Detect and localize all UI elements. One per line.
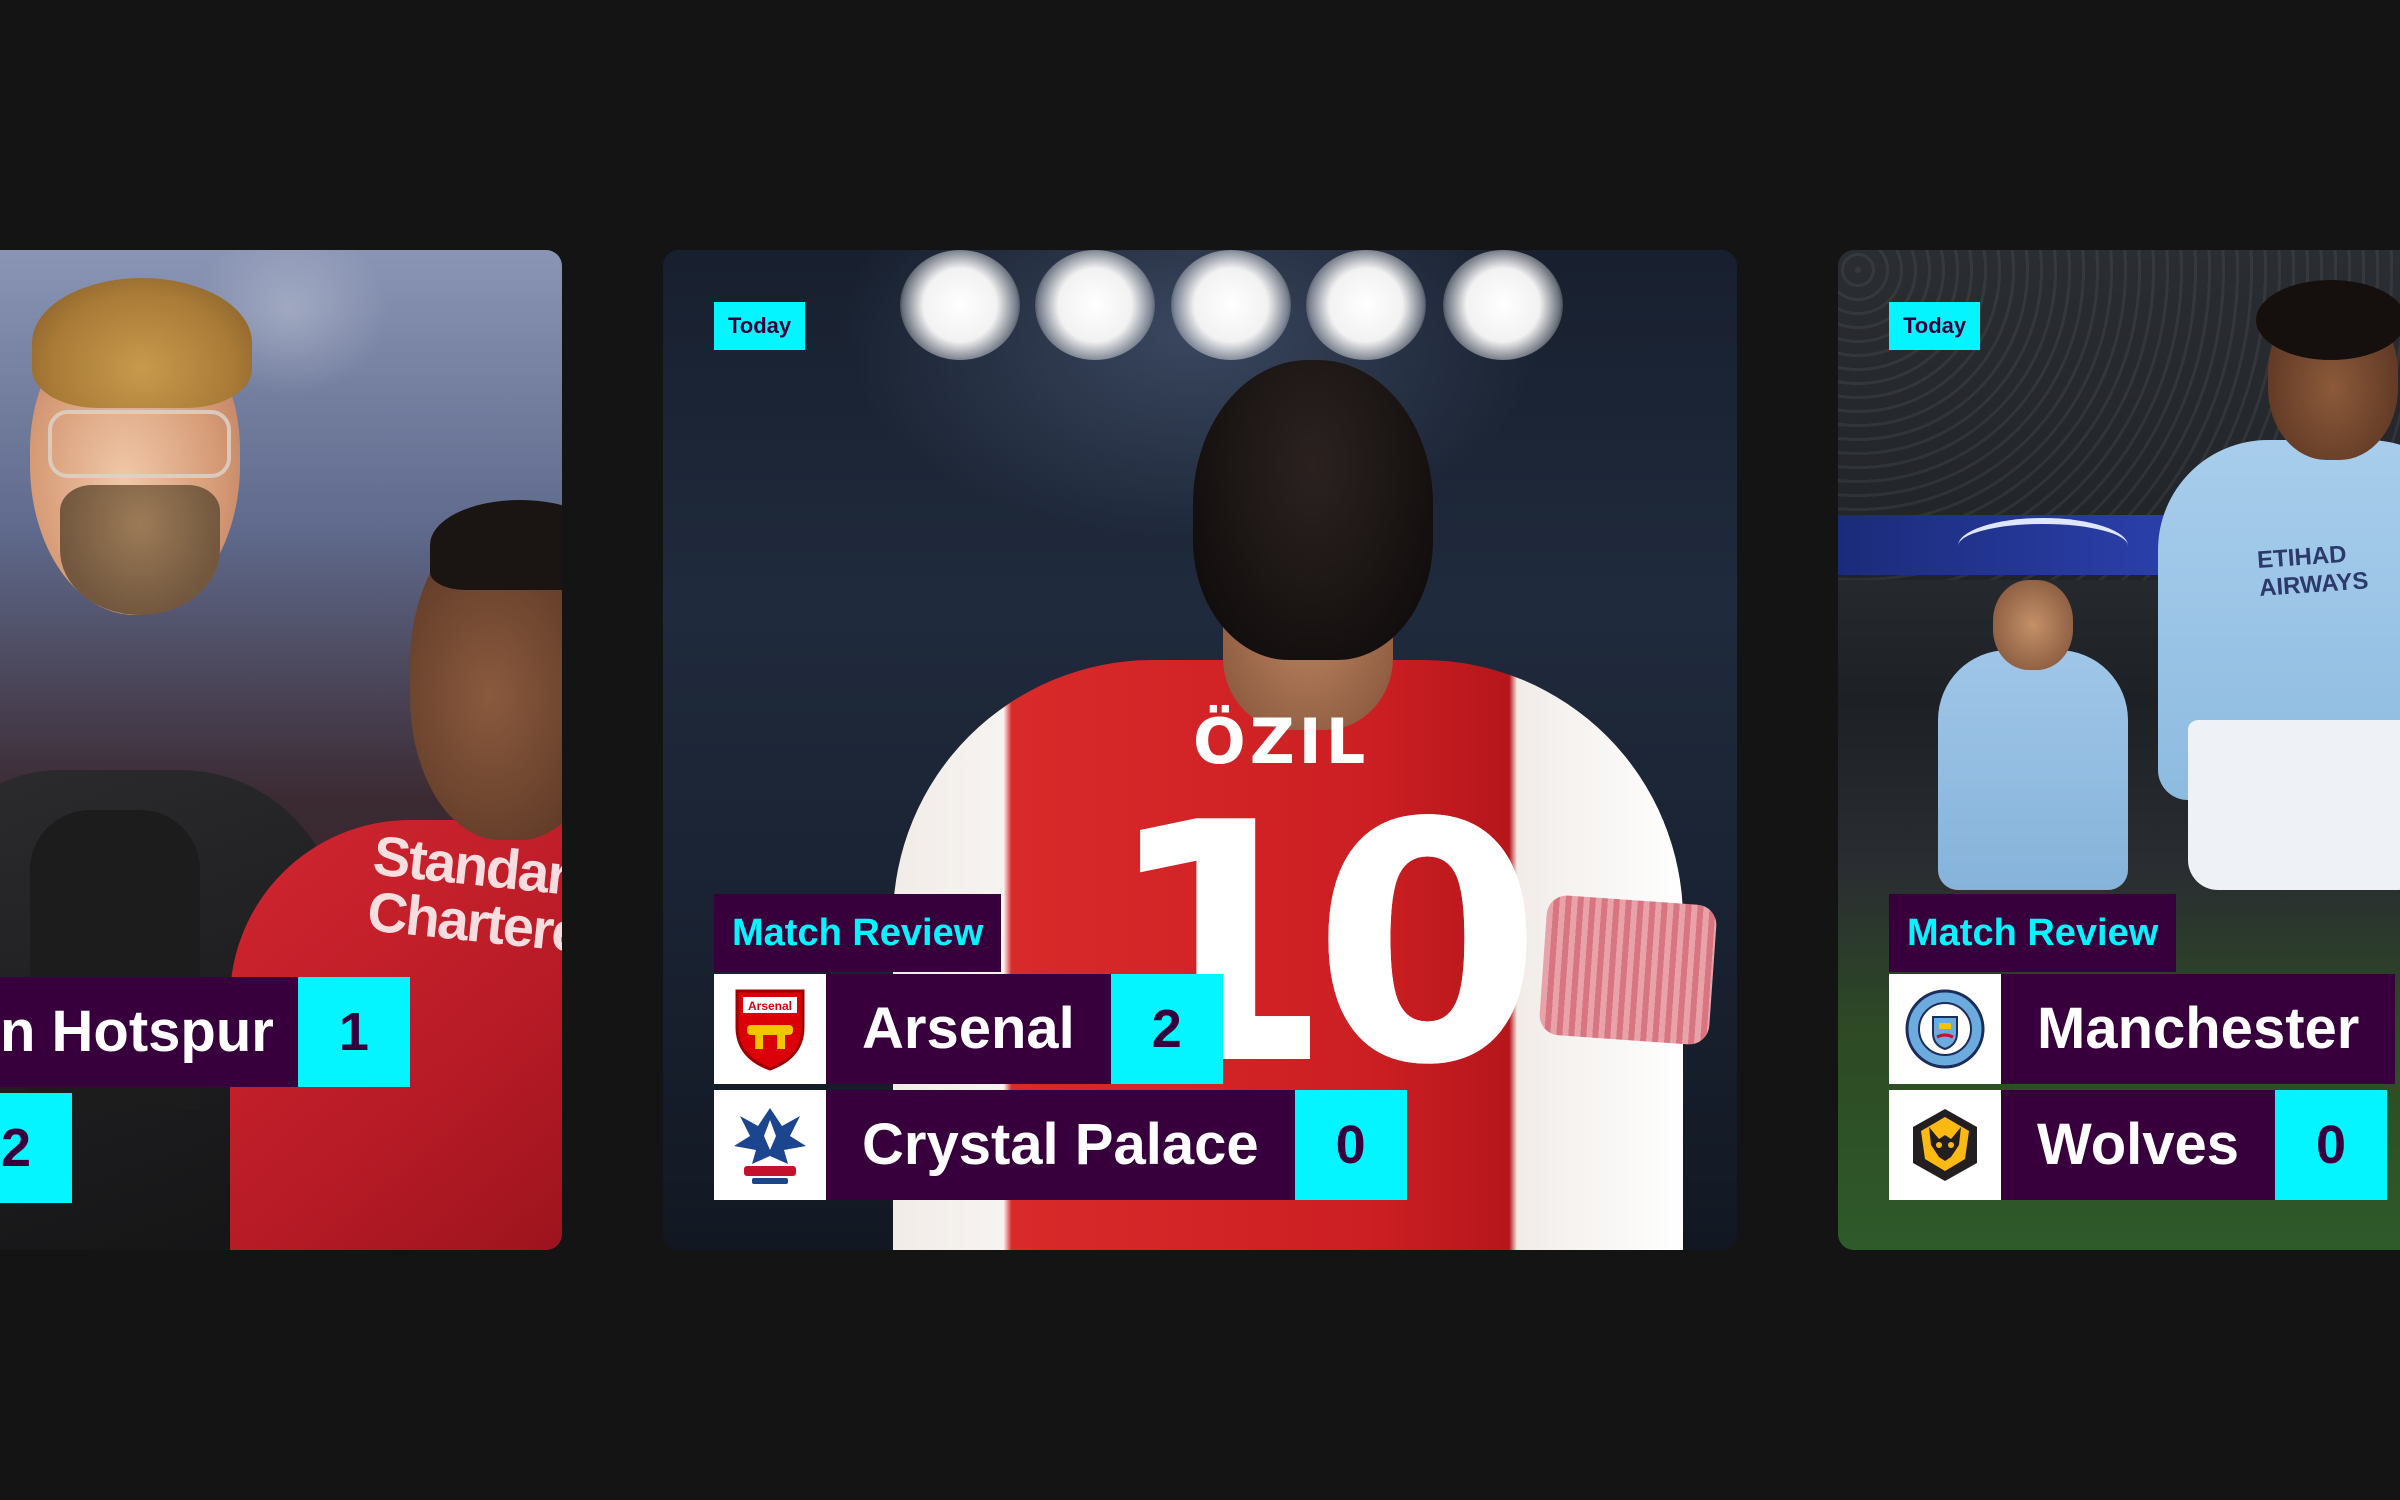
match-review-label: Match Review xyxy=(714,894,1002,972)
date-badge: Today xyxy=(714,302,806,350)
match-review-label: Match Review xyxy=(1889,894,2177,972)
team-score: 1 xyxy=(297,977,410,1087)
date-badge: Today xyxy=(1889,302,1981,350)
svg-text:Arsenal: Arsenal xyxy=(748,999,792,1013)
arsenal-crest-icon: Arsenal xyxy=(714,974,826,1084)
team-row-away: Crystal Palace 0 xyxy=(714,1090,1407,1200)
team-name: Wolves xyxy=(2001,1090,2276,1200)
match-carousel: Standard Chartered n Hotspur 1 2 ÖZIL 10… xyxy=(0,0,2400,1500)
team-name: n Hotspur xyxy=(0,977,298,1087)
team-row-home: n Hotspur 1 xyxy=(0,977,410,1087)
team-name: Crystal Palace xyxy=(826,1090,1295,1200)
match-card-arsenal-crystal-palace[interactable]: ÖZIL 10 Today Match Review Arsenal Arsen xyxy=(663,250,1737,1250)
match-card-man-city-wolves[interactable]: ETIHAD AIRWAYS Today Match Review Manche… xyxy=(1838,250,2400,1250)
team-score: 0 xyxy=(2275,1090,2388,1200)
team-score: 0 xyxy=(1294,1090,1407,1200)
manchester-city-crest-icon xyxy=(1889,974,2001,1084)
team-name: Arsenal xyxy=(826,974,1111,1084)
team-row-away: 2 xyxy=(0,1093,410,1203)
scoreboard: Match Review Manchester Wolves 0 xyxy=(1889,894,2396,1200)
scoreboard: Match Review Arsenal Arsenal 2 Crystal P… xyxy=(714,894,1407,1200)
team-name: Manchester xyxy=(2001,974,2396,1084)
crystal-palace-crest-icon xyxy=(714,1090,826,1200)
team-row-home: Arsenal Arsenal 2 xyxy=(714,974,1407,1084)
team-score: 2 xyxy=(0,1093,72,1203)
scoreboard: n Hotspur 1 2 xyxy=(0,977,410,1203)
team-score: 2 xyxy=(1110,974,1223,1084)
team-row-home: Manchester xyxy=(1889,974,2396,1084)
team-row-away: Wolves 0 xyxy=(1889,1090,2395,1200)
shirt-sponsor-text: Standard Chartered xyxy=(364,823,562,968)
match-card-tottenham[interactable]: Standard Chartered n Hotspur 1 2 xyxy=(0,250,562,1250)
wolves-crest-icon xyxy=(1889,1090,2001,1200)
